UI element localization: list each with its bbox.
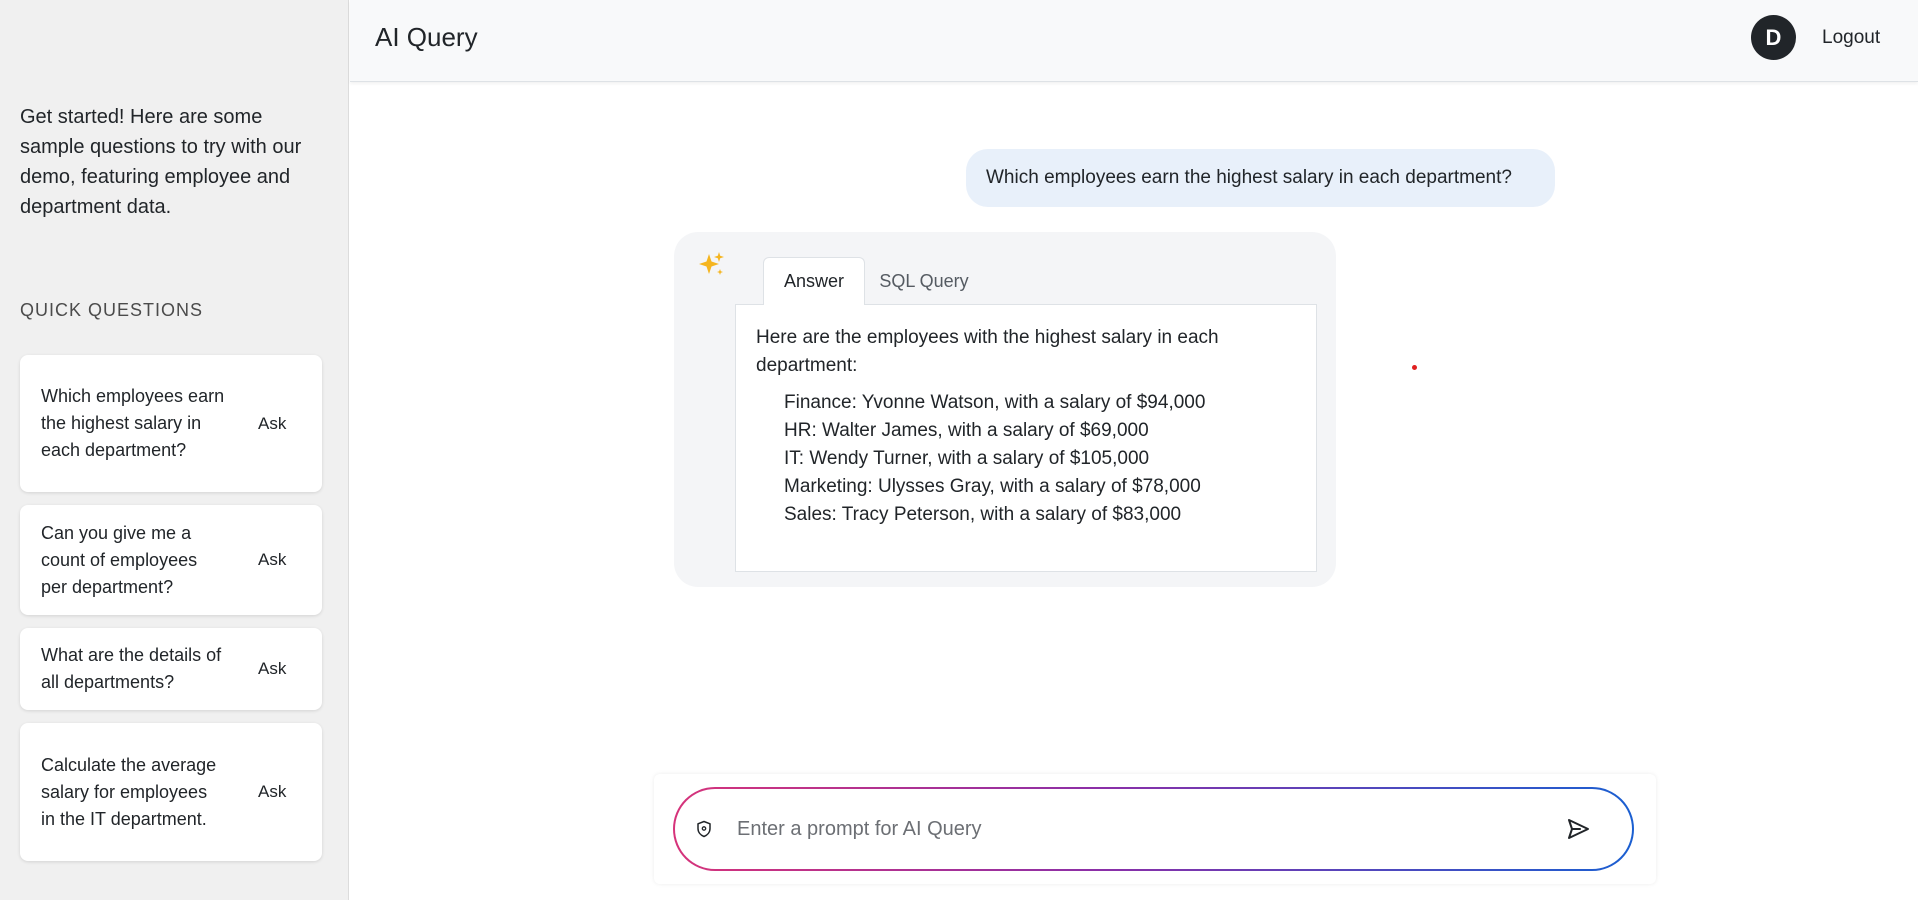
ask-button[interactable]: Ask — [258, 782, 286, 802]
prompt-gradient-border — [673, 787, 1634, 871]
prompt-box — [675, 789, 1632, 869]
answer-list-item: Finance: Yvonne Watson, with a salary of… — [784, 392, 1206, 413]
quick-question-text: Can you give me a count of employees per… — [41, 522, 198, 597]
ai-response-card: Answer SQL Query Here are the employees … — [674, 232, 1336, 587]
ask-button[interactable]: Ask — [258, 414, 286, 434]
user-message-text: Which employees earn the highest salary … — [986, 167, 1512, 188]
user-message-bubble: Which employees earn the highest salary … — [966, 149, 1555, 207]
answer-list-item: Marketing: Ulysses Gray, with a salary o… — [784, 476, 1201, 497]
quick-question-card[interactable]: Calculate the average salary for employe… — [20, 723, 322, 861]
prompt-input[interactable] — [737, 809, 1537, 849]
answer-list-item: HR: Walter James, with a salary of $69,0… — [784, 420, 1149, 441]
quick-question-text: Which employees earn the highest salary … — [41, 386, 225, 460]
answer-intro: Here are the employees with the highest … — [756, 327, 1219, 376]
prompt-container — [654, 774, 1656, 884]
avatar[interactable]: D — [1751, 15, 1796, 60]
answer-list-item: IT: Wendy Turner, with a salary of $105,… — [784, 448, 1150, 469]
tab-answer[interactable]: Answer — [763, 257, 865, 305]
tab-sql-query[interactable]: SQL Query — [872, 257, 976, 305]
quick-question-card[interactable]: Which employees earn the highest salary … — [20, 355, 322, 492]
quick-question-card[interactable]: Can you give me a count of employees per… — [20, 505, 322, 615]
quick-question-card[interactable]: What are the details of all departments?… — [20, 628, 322, 710]
logout-button[interactable]: Logout — [1822, 27, 1880, 49]
answer-panel: Here are the employees with the highest … — [735, 304, 1317, 572]
answer-list: Finance: Yvonne Watson, with a salary of… — [756, 389, 1296, 529]
ask-button[interactable]: Ask — [258, 550, 286, 570]
quick-question-text: Calculate the average salary for employe… — [41, 754, 217, 829]
quick-questions-heading: QUICK QUESTIONS — [20, 300, 204, 320]
sidebar: Get started! Here are some sample questi… — [0, 0, 349, 900]
cursor-marker — [1412, 365, 1417, 370]
sparkles-icon — [699, 252, 724, 275]
ask-button[interactable]: Ask — [258, 659, 286, 679]
answer-list-item: Sales: Tracy Peterson, with a salary of … — [784, 504, 1182, 525]
top-header: AI Query D Logout — [350, 0, 1918, 82]
shield-icon[interactable] — [695, 820, 713, 838]
sidebar-intro: Get started! Here are some sample questi… — [20, 106, 302, 218]
send-icon[interactable] — [1563, 814, 1593, 844]
app-title: AI Query — [375, 22, 478, 52]
quick-question-text: What are the details of all departments? — [41, 645, 222, 692]
